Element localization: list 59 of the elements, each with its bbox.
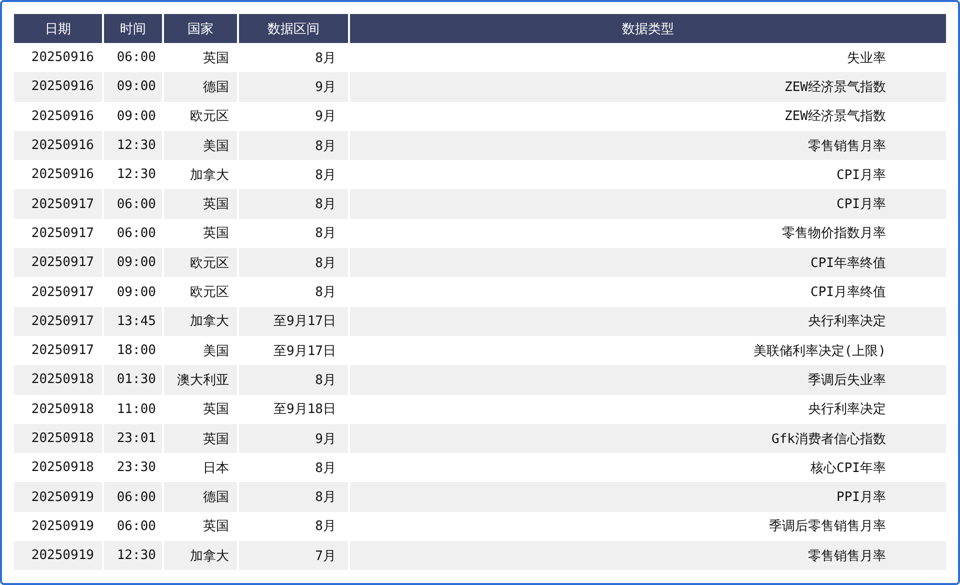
table-cell: 央行利率决定 — [349, 306, 946, 336]
table-cell: 8月 — [238, 482, 349, 512]
table-cell: Gfk消费者信心指数 — [349, 424, 946, 454]
table-cell: 20250917 — [14, 218, 103, 248]
table-cell: 06:00 — [103, 189, 163, 219]
table-cell: 德国 — [163, 72, 238, 102]
table-cell-text: 20250917 — [30, 284, 95, 302]
table-cell: 20250919 — [14, 541, 103, 570]
table-cell: 12:30 — [103, 541, 163, 570]
table-cell: 20250918 — [14, 453, 103, 482]
table-cell: 7月 — [238, 541, 349, 570]
table-cell: 12:30 — [103, 130, 163, 160]
table-cell: 20250916 — [14, 130, 103, 160]
column-header: 国家 — [163, 14, 238, 43]
table-cell: 23:01 — [103, 424, 163, 454]
table-cell: 20250916 — [14, 160, 103, 190]
table-cell: 8月 — [238, 248, 349, 278]
column-header: 时间 — [103, 14, 163, 43]
table-cell: 欧元区 — [163, 248, 238, 278]
table-cell: 20250916 — [14, 72, 103, 102]
table-cell: 德国 — [163, 482, 238, 512]
table-cell: 20250918 — [14, 394, 103, 424]
table-cell: 零售销售月率 — [349, 130, 946, 160]
table-cell: 至9月17日 — [238, 306, 349, 336]
table-cell: 20250919 — [14, 512, 103, 542]
table-cell: 20250917 — [14, 306, 103, 336]
table-cell: 20250917 — [14, 189, 103, 219]
table-cell: CPI年率终值 — [349, 248, 946, 278]
table-cell: 季调后失业率 — [349, 365, 946, 395]
table-cell: PPI月率 — [349, 482, 946, 512]
column-header: 数据区间 — [238, 14, 349, 43]
table-cell: 20250918 — [14, 424, 103, 454]
table-cell: 20250917 — [14, 336, 103, 366]
table-cell: 9月 — [238, 72, 349, 102]
table-cell: 20250918 — [14, 365, 103, 395]
table-cell: 13:45 — [103, 306, 163, 336]
table-cell: 06:00 — [103, 482, 163, 512]
table-cell: 加拿大 — [163, 541, 238, 570]
table-cell: 20250919 — [14, 482, 103, 512]
column-header: 数据类型 — [349, 14, 946, 43]
table-cell: 20250916 — [14, 43, 103, 72]
table-cell: 英国 — [163, 189, 238, 219]
table-cell: 英国 — [163, 424, 238, 454]
table-cell: 澳大利亚 — [163, 365, 238, 395]
table-cell: CPI月率 — [349, 189, 946, 219]
table-cell: 加拿大 — [163, 306, 238, 336]
table-cell: 09:00 — [103, 248, 163, 278]
table-cell: 20250916 — [14, 102, 103, 131]
table-cell: 9月 — [238, 424, 349, 454]
table-cell: 8月 — [238, 365, 349, 395]
table-cell: 8月 — [238, 189, 349, 219]
table-cell: 8月 — [238, 130, 349, 160]
table-cell: ZEW经济景气指数 — [349, 72, 946, 102]
column-header: 日期 — [14, 14, 103, 43]
table-cell: 09:00 — [103, 72, 163, 102]
table-cell: 美国 — [163, 130, 238, 160]
table-cell: 零售销售月率 — [349, 541, 946, 570]
table-cell: 01:30 — [103, 365, 163, 395]
table-cell: 20250917 — [14, 248, 103, 278]
